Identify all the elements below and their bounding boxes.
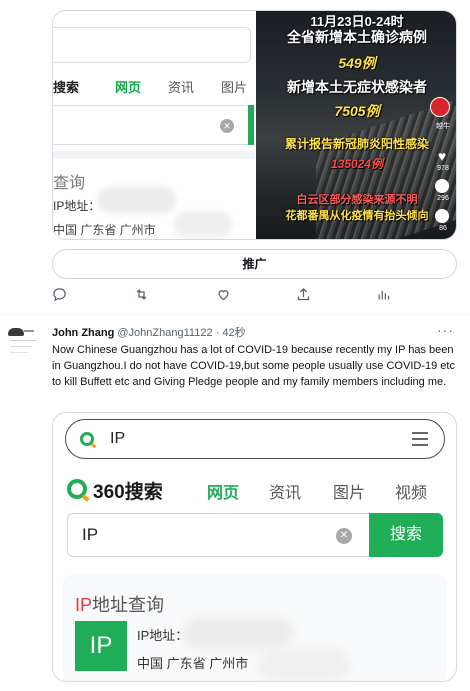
analytics-icon[interactable] xyxy=(376,287,394,305)
avatar[interactable] xyxy=(4,322,44,362)
share-icon[interactable] xyxy=(296,287,314,305)
reply-icon[interactable] xyxy=(52,287,70,305)
screenshot-search-button: 搜索 xyxy=(369,513,443,557)
news-note-line: 白云区部分感染来源不明 xyxy=(296,194,418,206)
ip-badge-icon: IP xyxy=(75,621,127,671)
news-asymptomatic-count: 7505例 xyxy=(334,103,380,119)
x-circle-icon: ✕ xyxy=(220,119,234,133)
screenshot-tab-images: 图片 xyxy=(333,485,366,502)
tweet-separator xyxy=(0,314,470,315)
screenshot-tab-search: 搜索 xyxy=(53,80,80,95)
author-handle[interactable]: @JohnZhang11122 xyxy=(117,327,212,339)
author-name[interactable]: John Zhang xyxy=(52,327,114,339)
heart-icon: ♥ xyxy=(437,148,447,164)
tweet-text: Now Chinese Guangzhou has a lot of COVID… xyxy=(52,344,455,388)
screenshot-top-search-bar: IP xyxy=(65,419,445,459)
360-logo-icon xyxy=(67,479,87,499)
screenshot-tab-news: 资讯 xyxy=(168,80,195,95)
360-search-logo-icon xyxy=(80,432,94,446)
comment-icon xyxy=(435,179,449,193)
share-count: 86 xyxy=(439,225,447,232)
screenshot-search-tabs: 搜索 网页 资讯 图片 xyxy=(53,67,255,101)
screenshot-location: 中国 广东省 广州市 xyxy=(53,223,156,237)
ip-lookup-title-highlight: IP xyxy=(75,595,93,615)
ip-lookup-title: IP地址查询 xyxy=(75,591,164,617)
ip-lookup-title-rest: 地址查询 xyxy=(92,595,165,615)
more-options-icon[interactable]: ··· xyxy=(437,322,454,338)
tweet-timestamp[interactable]: · 42秒 xyxy=(216,327,246,339)
screenshot-tab-video: 视频 xyxy=(395,485,428,502)
news-headline-line: 全省新增本土确诊病例 xyxy=(287,29,427,45)
channel-tag: 越牛 xyxy=(436,123,450,130)
screenshot-tab-web: 网页 xyxy=(115,80,142,95)
news-confirmed-count: 549例 xyxy=(338,55,376,71)
promote-button[interactable]: 推广 xyxy=(52,249,457,279)
comment-count: 296 xyxy=(437,195,449,202)
news-cumulative-line: 累计报告新冠肺炎阳性感染 xyxy=(284,137,429,151)
screenshot-location: 中国 广东省 广州市 xyxy=(137,656,249,671)
screenshot-tab-web: 网页 xyxy=(207,485,240,502)
screenshot-divider xyxy=(53,151,255,159)
x-circle-icon: ✕ xyxy=(336,528,352,544)
brand-text: 360搜索 xyxy=(93,482,163,503)
screenshot-ip-label: IP地址： xyxy=(137,628,189,643)
redacted-blur xyxy=(173,211,233,237)
filter-sliders-icon xyxy=(412,432,428,446)
screenshot-query-title: 查询 xyxy=(53,175,86,192)
screenshot-tab-news: 资讯 xyxy=(269,485,302,502)
screenshot-top-query: IP xyxy=(110,430,126,447)
redacted-ip-blur xyxy=(97,187,177,213)
channel-avatar-icon xyxy=(430,97,450,117)
tweet-media-image[interactable]: IP 360搜索 网页 资讯 图片 视频 IP ✕ 搜索 IP地址查询 IP I… xyxy=(52,412,457,682)
screenshot-search-input: ✕ xyxy=(53,105,254,145)
media-image-news-video[interactable]: 11月23日0-24时 全省新增本土确诊病例 549例 新增本土无症状感染者 7… xyxy=(256,11,456,239)
redacted-ip-blur xyxy=(183,617,293,649)
news-headline-line: 新增本土无症状感染者 xyxy=(287,79,427,95)
share-icon xyxy=(435,209,449,223)
screenshot-top-search-bar xyxy=(53,27,251,63)
screenshot-search-input: IP ✕ xyxy=(67,513,373,557)
news-cumulative-count: 135024例 xyxy=(330,157,384,171)
screenshot-ip-label: IP地址： xyxy=(53,199,101,213)
redacted-blur xyxy=(259,649,349,681)
like-icon[interactable] xyxy=(216,287,234,305)
media-image-search-screenshot[interactable]: 搜索 网页 资讯 图片 ✕ 查询 IP地址： 中国 广东省 广州市 xyxy=(53,11,255,239)
retweet-icon[interactable] xyxy=(134,287,152,305)
tweet-media-grid[interactable]: 搜索 网页 资讯 图片 ✕ 查询 IP地址： 中国 广东省 广州市 11月23日… xyxy=(52,10,457,240)
screenshot-ip-result-card: IP地址查询 IP IP地址： 中国 广东省 广州市 xyxy=(63,575,447,681)
screenshot-tab-images: 图片 xyxy=(221,80,248,95)
tweet-header: John Zhang @JohnZhang11122 · 42秒 xyxy=(52,324,246,340)
screenshot-input-value: IP xyxy=(82,525,99,544)
tweet-action-bar xyxy=(52,287,392,305)
like-count: 978 xyxy=(437,165,449,172)
screenshot-search-button-edge xyxy=(248,105,254,145)
news-note-line: 花都番禺从化疫情有抬头倾向 xyxy=(285,210,429,222)
